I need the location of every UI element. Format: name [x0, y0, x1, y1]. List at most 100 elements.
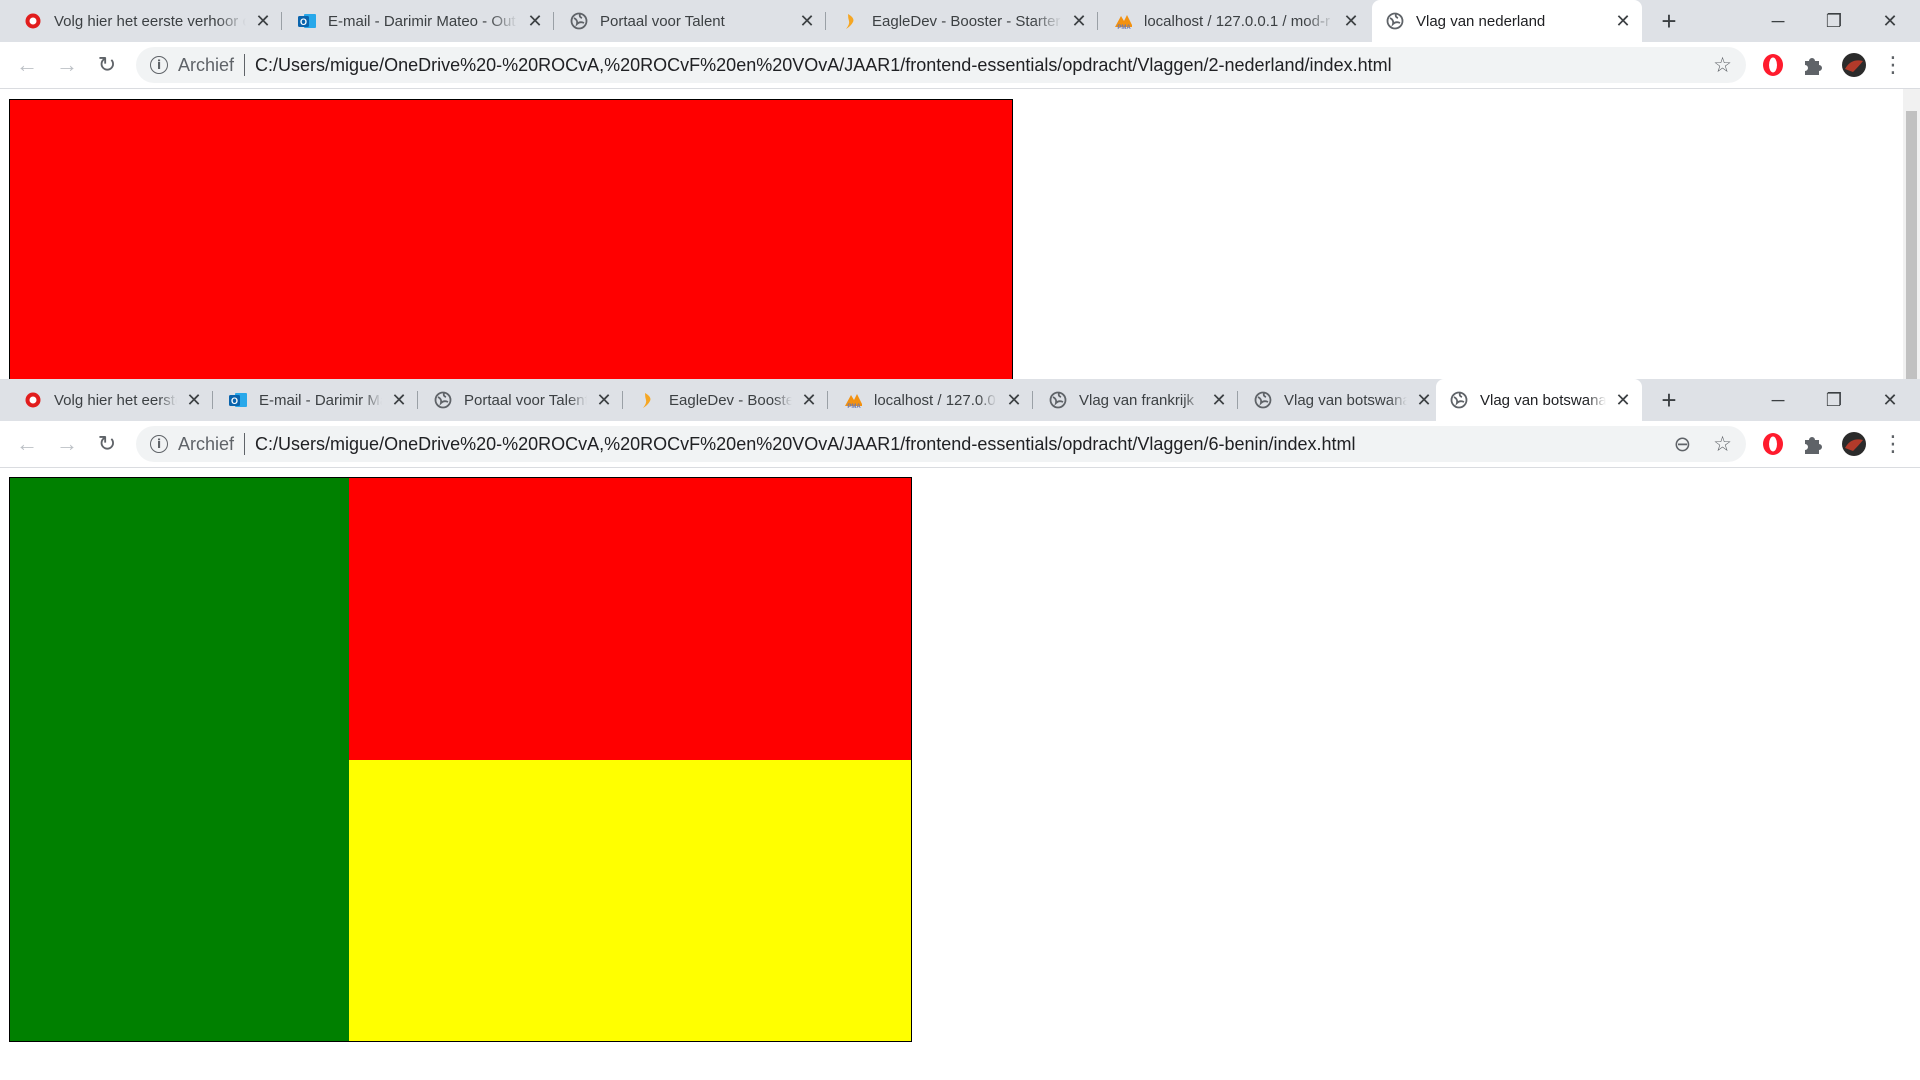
- opera-extension-icon[interactable]: [1759, 51, 1787, 79]
- close-icon[interactable]: ✕: [1210, 390, 1228, 410]
- star-icon[interactable]: ☆: [1713, 432, 1732, 457]
- svg-text:O: O: [231, 396, 238, 406]
- globe-icon: [1386, 12, 1404, 30]
- zoom-icon[interactable]: ⊖: [1674, 432, 1692, 457]
- close-icon[interactable]: ✕: [185, 390, 203, 410]
- back-button[interactable]: ←: [12, 50, 42, 80]
- flag-red-band: [349, 478, 911, 760]
- tab-vlag-botswana-active[interactable]: Vlag van botswana ✕: [1436, 379, 1642, 421]
- tab-title: E-mail - Darimir Mateo - Out: [328, 12, 516, 30]
- close-icon[interactable]: ✕: [1005, 390, 1023, 410]
- maximize-button[interactable]: ❐: [1806, 379, 1862, 421]
- opera-extension-icon[interactable]: [1759, 430, 1787, 458]
- reload-button[interactable]: ↻: [92, 50, 122, 80]
- menu-icon[interactable]: ⋮: [1878, 429, 1908, 459]
- new-tab-button[interactable]: +: [1654, 385, 1684, 415]
- minimize-button[interactable]: ─: [1750, 379, 1806, 421]
- url-text[interactable]: C:/Users/migue/OneDrive%20-%20ROCvA,%20R…: [255, 55, 1392, 76]
- tab-title: Vlag van frankrijk: [1079, 391, 1195, 409]
- extensions-puzzle-icon[interactable]: [1799, 430, 1827, 458]
- tab-title: localhost / 127.0.0.1 / mod-r: [1144, 12, 1330, 30]
- browser-window-benin: Volg hier het eerste verhoor c ✕ O E-mai…: [0, 379, 1920, 1080]
- forward-button[interactable]: →: [52, 429, 82, 459]
- security-label: Archief: [178, 54, 235, 75]
- tab-strip: Volg hier het eerste verhoor c ✕ O E-mai…: [0, 379, 1920, 421]
- info-icon[interactable]: i: [150, 435, 168, 453]
- address-bar[interactable]: i Archief C:/Users/migue/OneDrive%20-%20…: [136, 426, 1746, 462]
- globe-icon: [1450, 391, 1468, 409]
- info-icon[interactable]: i: [150, 56, 168, 74]
- close-icon[interactable]: ✕: [1415, 390, 1433, 410]
- browser-window-nederland: Volg hier het eerste verhoor c ✕ O E-mai…: [0, 0, 1920, 379]
- tab-eagledev[interactable]: EagleDev - Booster ✕: [625, 379, 828, 421]
- eagledev-icon: [639, 391, 657, 409]
- tab-title: E-mail - Darimir Mateo: [259, 391, 382, 409]
- window-close-button[interactable]: ✕: [1862, 0, 1918, 42]
- close-icon[interactable]: ✕: [798, 11, 816, 31]
- close-icon[interactable]: ✕: [526, 11, 544, 31]
- phpmyadmin-icon: PMA: [1114, 12, 1132, 30]
- tab-portaal[interactable]: Portaal voor Talent ✕: [420, 379, 623, 421]
- close-icon[interactable]: ✕: [254, 11, 272, 31]
- page-viewport: [0, 89, 1920, 379]
- outlook-icon: O: [229, 391, 247, 409]
- tab-title: EagleDev - Booster: [669, 391, 792, 409]
- globe-icon: [434, 391, 452, 409]
- tab-title: Portaal voor Talent: [464, 391, 587, 409]
- globe-icon: [1254, 391, 1272, 409]
- reload-button[interactable]: ↻: [92, 429, 122, 459]
- flag-green-band: [10, 478, 349, 1041]
- close-icon[interactable]: ✕: [1070, 11, 1088, 31]
- tab-vlag-botswana[interactable]: Vlag van botswana ✕: [1240, 379, 1443, 421]
- toolbar: ← → ↻ i Archief C:/Users/migue/OneDrive%…: [0, 421, 1920, 468]
- eagledev-icon: [842, 12, 860, 30]
- avatar[interactable]: [1840, 430, 1868, 458]
- star-icon[interactable]: ☆: [1713, 53, 1732, 78]
- tab-verhoor[interactable]: Volg hier het eerste verhoor c ✕: [10, 0, 282, 42]
- forward-button[interactable]: →: [52, 50, 82, 80]
- tab-vlag-frankrijk[interactable]: Vlag van frankrijk ✕: [1035, 379, 1238, 421]
- toolbar: ← → ↻ i Archief C:/Users/migue/OneDrive%…: [0, 42, 1920, 89]
- close-icon[interactable]: ✕: [390, 390, 408, 410]
- tab-vlag-nederland[interactable]: Vlag van nederland ✕: [1372, 0, 1642, 42]
- window-close-button[interactable]: ✕: [1862, 379, 1918, 421]
- tab-title: Vlag van botswana: [1480, 391, 1606, 409]
- tab-email[interactable]: O E-mail - Darimir Mateo - Out ✕: [284, 0, 554, 42]
- url-text[interactable]: C:/Users/migue/OneDrive%20-%20ROCvA,%20R…: [255, 434, 1356, 455]
- flag-nederland-red-band: [9, 99, 1013, 379]
- extensions-puzzle-icon[interactable]: [1799, 51, 1827, 79]
- tab-title: Vlag van nederland: [1416, 12, 1546, 30]
- globe-icon: [570, 12, 588, 30]
- maximize-button[interactable]: ❐: [1806, 0, 1862, 42]
- avatar[interactable]: [1840, 51, 1868, 79]
- close-icon[interactable]: ✕: [1342, 11, 1360, 31]
- security-label: Archief: [178, 433, 235, 454]
- address-bar[interactable]: i Archief C:/Users/migue/OneDrive%20-%20…: [136, 47, 1746, 83]
- new-tab-button[interactable]: +: [1654, 6, 1684, 36]
- back-button[interactable]: ←: [12, 429, 42, 459]
- flag-yellow-band: [349, 760, 911, 1041]
- tab-title: Vlag van botswana: [1284, 391, 1407, 409]
- flag-benin: [9, 477, 912, 1042]
- minimize-button[interactable]: ─: [1750, 0, 1806, 42]
- tab-verhoor[interactable]: Volg hier het eerste verhoor c ✕: [10, 379, 213, 421]
- scrollbar[interactable]: [1903, 89, 1920, 379]
- tab-title: Volg hier het eerste verhoor c: [54, 12, 246, 30]
- close-icon[interactable]: ✕: [1614, 390, 1632, 410]
- svg-text:PMA: PMA: [847, 404, 861, 409]
- tab-phpmyadmin[interactable]: PMA localhost / 127.0.0.1 / mod-r ✕: [1100, 0, 1370, 42]
- close-icon[interactable]: ✕: [1614, 11, 1632, 31]
- tab-email[interactable]: O E-mail - Darimir Mateo ✕: [215, 379, 418, 421]
- close-icon[interactable]: ✕: [595, 390, 613, 410]
- page-viewport: [0, 468, 1920, 1080]
- menu-icon[interactable]: ⋮: [1878, 50, 1908, 80]
- outlook-icon: O: [298, 12, 316, 30]
- scrollbar-thumb[interactable]: [1906, 111, 1917, 379]
- tab-phpmyadmin[interactable]: PMA localhost / 127.0.0.1 ✕: [830, 379, 1033, 421]
- red-circle-icon: [24, 391, 42, 409]
- tab-portaal[interactable]: Portaal voor Talent ✕: [556, 0, 826, 42]
- tab-eagledev[interactable]: EagleDev - Booster - Starter ✕: [828, 0, 1098, 42]
- svg-text:PMA: PMA: [1117, 25, 1131, 30]
- tab-title: EagleDev - Booster - Starter: [872, 12, 1061, 30]
- close-icon[interactable]: ✕: [800, 390, 818, 410]
